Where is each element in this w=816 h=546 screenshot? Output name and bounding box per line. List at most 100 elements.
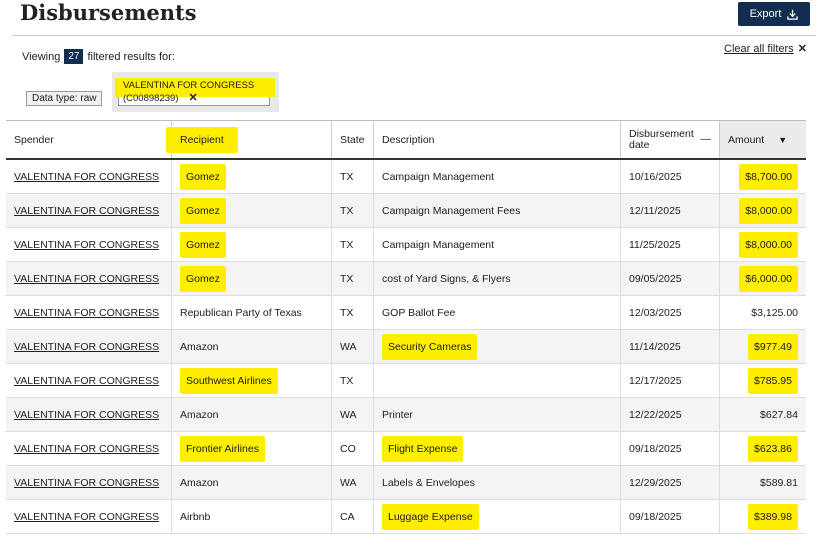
amount-cell-text: $977.49 [748, 333, 798, 360]
table-row: VALENTINA FOR CONGRESS Gomez TX Campaign Ma… [6, 227, 806, 262]
date-cell-text: 12/29/2025 [629, 476, 682, 489]
date-cell-text: 10/16/2025 [629, 170, 682, 183]
description-cell-text: Campaign Management [382, 238, 495, 251]
state-cell-text: WA [340, 476, 357, 489]
amount-cell-text: $627.84 [760, 408, 798, 421]
amount-cell: $8,700.00 [719, 159, 806, 194]
state-cell: TX [331, 193, 374, 228]
date-cell-text: 09/05/2025 [629, 272, 682, 285]
amount-cell: $3,125.00 [719, 295, 806, 330]
state-cell: TX [331, 363, 374, 398]
date-cell: 10/16/2025 [620, 159, 720, 194]
amount-cell: $6,000.00 [719, 261, 806, 296]
recipient-cell: Gomez [171, 193, 332, 228]
table-row: VALENTINA FOR CONGRESS Gomez TX Campaign Ma… [6, 193, 806, 228]
amount-cell: $389.98 [719, 499, 806, 534]
recipient-cell: Frontier Airlines [171, 431, 332, 466]
date-cell-text: 12/03/2025 [629, 306, 682, 319]
date-header-label-2: date [629, 138, 650, 151]
recipient-cell-text: Airbnb [180, 510, 211, 523]
recipient-cell-text: Amazon [180, 408, 219, 421]
date-cell-text: 12/22/2025 [629, 408, 682, 421]
spender-cell[interactable]: VALENTINA FOR CONGRESS [6, 261, 172, 296]
description-cell-text: Printer [382, 408, 413, 421]
description-cell: Campaign Management [373, 227, 621, 262]
committee-name: VALENTINA FOR CONGRESS [123, 80, 255, 91]
column-header-description[interactable]: Description [373, 120, 621, 160]
amount-cell-text: $785.95 [748, 367, 798, 394]
column-header-spender[interactable]: Spender [6, 120, 172, 160]
date-cell: 12/29/2025 [620, 465, 720, 500]
state-cell: TX [331, 227, 374, 262]
amount-header-label: Amount [728, 133, 765, 146]
spender-cell[interactable]: VALENTINA FOR CONGRESS [6, 397, 172, 432]
state-cell: WA [331, 465, 374, 500]
column-header-state[interactable]: State [331, 120, 374, 160]
description-cell-text: Campaign Management Fees [382, 204, 521, 217]
description-header-label: Description [382, 133, 435, 146]
amount-cell-text: $8,000.00 [739, 197, 798, 224]
description-cell: Flight Expense [373, 431, 621, 466]
column-header-recipient[interactable]: Recipient [166, 120, 332, 160]
state-cell-text: TX [340, 238, 354, 251]
date-cell: 11/25/2025 [620, 227, 720, 262]
spender-cell[interactable]: VALENTINA FOR CONGRESS [6, 227, 172, 262]
date-cell-text: 12/17/2025 [629, 374, 682, 387]
date-cell-text: 09/18/2025 [629, 510, 682, 523]
spender-cell[interactable]: VALENTINA FOR CONGRESS [6, 193, 172, 228]
amount-cell: $627.84 [719, 397, 806, 432]
amount-cell: $589.81 [719, 465, 806, 500]
table-row: VALENTINA FOR CONGRESS Amazon WA Labels & E… [6, 465, 806, 500]
description-cell: Luggage Expense [373, 499, 621, 534]
close-icon: ✕ [797, 43, 807, 55]
date-cell: 12/03/2025 [620, 295, 720, 330]
column-header-date[interactable]: Disbursement date — [620, 120, 720, 160]
state-cell: TX [331, 159, 374, 194]
sort-neutral-icon: — [700, 133, 712, 145]
description-cell: Labels & Envelopes [373, 465, 621, 500]
description-cell: Campaign Management Fees [373, 193, 621, 228]
sort-descending-icon: ▼ [778, 134, 788, 145]
state-cell-text: TX [340, 272, 354, 285]
spender-cell-text: VALENTINA FOR CONGRESS [14, 374, 160, 387]
table-row: VALENTINA FOR CONGRESS Southwest Airlines… [6, 363, 806, 398]
column-header-amount[interactable]: Amount ▼ [719, 120, 806, 160]
spender-cell[interactable]: VALENTINA FOR CONGRESS [6, 499, 172, 534]
state-cell-text: TX [340, 204, 354, 217]
state-cell: WA [331, 397, 374, 432]
spender-cell[interactable]: VALENTINA FOR CONGRESS [6, 431, 172, 466]
state-cell-text: WA [340, 340, 357, 353]
spender-cell[interactable]: VALENTINA FOR CONGRESS [6, 329, 172, 364]
description-cell: Campaign Management [373, 159, 621, 194]
amount-cell-text: $589.81 [760, 476, 798, 489]
amount-cell-text: $389.98 [748, 503, 798, 530]
recipient-cell-text: Gomez [180, 197, 226, 224]
spender-cell[interactable]: VALENTINA FOR CONGRESS [6, 159, 172, 194]
description-cell-text: Labels & Envelopes [382, 476, 475, 489]
spender-cell[interactable]: VALENTINA FOR CONGRESS [6, 465, 172, 500]
date-cell: 12/22/2025 [620, 397, 720, 432]
recipient-cell-text: Gomez [180, 231, 226, 258]
table-row: VALENTINA FOR CONGRESS Gomez TX cost of Yar… [6, 261, 806, 296]
download-icon [787, 9, 799, 20]
description-cell: Security Cameras [373, 329, 621, 364]
remove-filter-icon[interactable]: ✕ [188, 92, 197, 104]
recipient-cell-text: Gomez [180, 265, 226, 292]
disbursements-table: Spender Recipient State Description Disb… [6, 120, 806, 534]
amount-cell-text: $3,125.00 [751, 306, 798, 319]
spender-cell-text: VALENTINA FOR CONGRESS [14, 306, 160, 319]
date-cell-text: 11/25/2025 [629, 238, 681, 251]
spender-cell[interactable]: VALENTINA FOR CONGRESS [6, 295, 172, 330]
export-label: Export [749, 8, 782, 20]
table-row: VALENTINA FOR CONGRESS Frontier Airlines C… [6, 431, 806, 466]
export-button[interactable]: Export [738, 2, 810, 26]
state-cell: TX [331, 261, 374, 296]
data-type-tag: Data type: raw [26, 91, 103, 106]
amount-cell-text: $8,000.00 [739, 231, 798, 258]
clear-all-filters-link[interactable]: Clear all filters ✕ [724, 42, 807, 55]
state-cell-text: TX [340, 306, 354, 319]
date-cell-text: 11/14/2025 [629, 340, 681, 353]
description-cell: GOP Ballot Fee [373, 295, 621, 330]
description-cell-text: cost of Yard Signs, & Flyers [382, 272, 511, 285]
spender-cell[interactable]: VALENTINA FOR CONGRESS [6, 363, 172, 398]
